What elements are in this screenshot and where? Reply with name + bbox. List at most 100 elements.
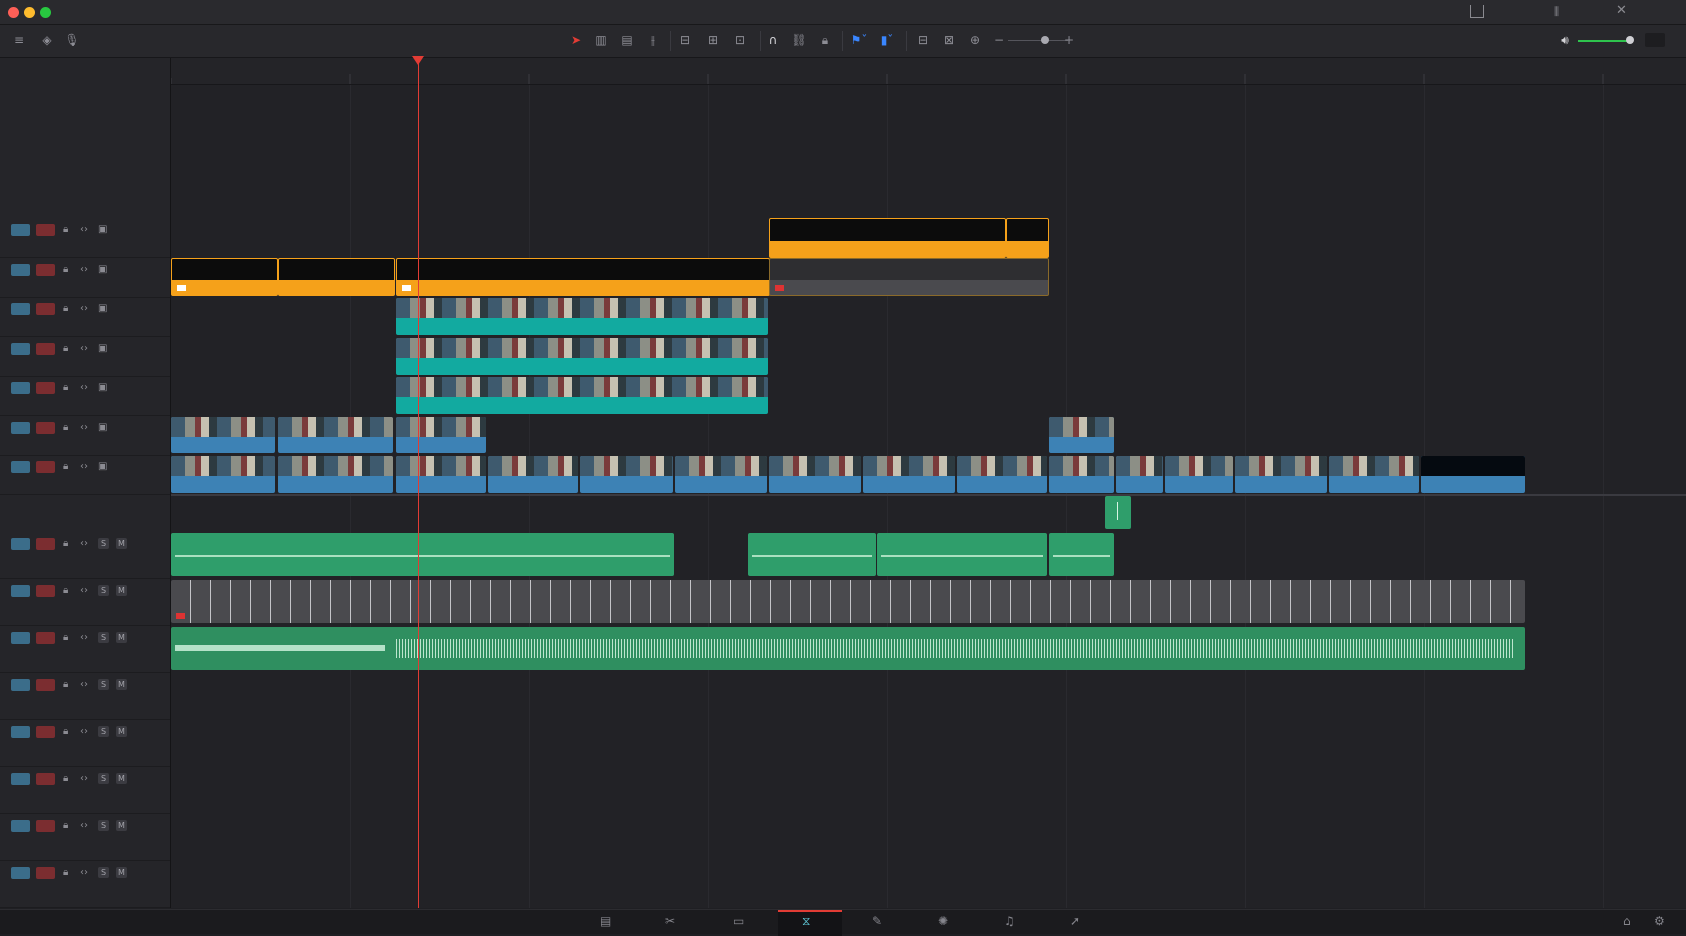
- video-clip-teal[interactable]: [396, 298, 768, 335]
- video-clip-teal[interactable]: [396, 338, 768, 375]
- flag-icon[interactable]: ⚑ˇ: [848, 32, 870, 48]
- video-clip[interactable]: [675, 456, 767, 493]
- lock-icon[interactable]: 🔒︎: [63, 263, 68, 277]
- title-clip[interactable]: [171, 258, 278, 296]
- lock-icon[interactable]: 🔒︎: [63, 631, 68, 645]
- solo-button[interactable]: S: [98, 632, 109, 643]
- track-auto-select-button[interactable]: [11, 382, 30, 394]
- video-clip[interactable]: [278, 417, 393, 453]
- edit-page-tab-active[interactable]: ⧖: [778, 910, 842, 936]
- solo-button[interactable]: S: [98, 820, 109, 831]
- track-auto-select-button[interactable]: [11, 461, 30, 473]
- audio-clip-metronome[interactable]: [171, 580, 1525, 623]
- monitor-icon[interactable]: ▣: [98, 263, 107, 277]
- solo-button[interactable]: S: [98, 867, 109, 878]
- audio-link-icon[interactable]: ‹›: [80, 631, 88, 645]
- replace-icon[interactable]: ⊡: [729, 32, 751, 48]
- video-clip[interactable]: [1049, 417, 1114, 453]
- audio-link-icon[interactable]: ‹›: [80, 263, 88, 277]
- video-clip[interactable]: [580, 456, 673, 493]
- track-auto-select-button[interactable]: [11, 538, 30, 550]
- insert-icon[interactable]: ⊟: [674, 32, 696, 48]
- mute-button[interactable]: M: [116, 867, 127, 878]
- track-enable-button[interactable]: [36, 773, 55, 785]
- monitor-icon[interactable]: ▣: [98, 381, 107, 395]
- link-icon[interactable]: ⛓︎: [790, 32, 808, 48]
- color-page-icon[interactable]: ✺: [938, 914, 948, 928]
- volume-slider-handle[interactable]: [1626, 36, 1634, 44]
- lock-icon[interactable]: 🔒︎: [63, 866, 68, 880]
- mute-button[interactable]: M: [116, 773, 127, 784]
- lock-icon[interactable]: 🔒︎: [63, 772, 68, 786]
- playhead-line[interactable]: [418, 58, 419, 908]
- audio-link-icon[interactable]: ‹›: [80, 678, 88, 692]
- solo-button[interactable]: S: [98, 726, 109, 737]
- zoom-in-button[interactable]: +: [1063, 32, 1075, 48]
- audio-clip-music[interactable]: [171, 627, 1525, 670]
- lock-icon[interactable]: 🔒︎: [63, 421, 68, 435]
- lock-icon[interactable]: 🔒︎: [63, 584, 68, 598]
- overwrite-icon[interactable]: ⊞: [702, 32, 724, 48]
- track-enable-button[interactable]: [36, 224, 55, 236]
- close-window-button[interactable]: [8, 7, 19, 18]
- mute-button[interactable]: M: [116, 585, 127, 596]
- pointer-icon[interactable]: ➤: [569, 32, 583, 48]
- track-enable-button[interactable]: [36, 867, 55, 879]
- video-clip[interactable]: [1165, 456, 1233, 493]
- video-clip[interactable]: [396, 417, 486, 453]
- solo-button[interactable]: S: [98, 538, 109, 549]
- track-enable-button[interactable]: [36, 632, 55, 644]
- audio-link-icon[interactable]: ‹›: [80, 772, 88, 786]
- video-clip[interactable]: [1049, 456, 1114, 493]
- video-clip[interactable]: [171, 417, 275, 453]
- lock-icon[interactable]: 🔒︎: [63, 381, 68, 395]
- share-icon[interactable]: [1470, 5, 1484, 18]
- lock-icon[interactable]: 🔒︎: [816, 32, 834, 48]
- track-auto-select-button[interactable]: [11, 343, 30, 355]
- monitor-icon[interactable]: ▣: [98, 223, 107, 237]
- microphone-icon[interactable]: 🎙︎: [64, 32, 80, 48]
- mute-button[interactable]: M: [116, 632, 127, 643]
- audio-link-icon[interactable]: ‹›: [80, 537, 88, 551]
- track-auto-select-button[interactable]: [11, 679, 30, 691]
- track-enable-button[interactable]: [36, 726, 55, 738]
- home-icon[interactable]: ⌂: [1623, 914, 1631, 928]
- audio-link-icon[interactable]: ‹›: [80, 819, 88, 833]
- settings-icon[interactable]: ⚙: [1654, 914, 1665, 928]
- solo-button[interactable]: S: [98, 585, 109, 596]
- track-auto-select-button[interactable]: [11, 867, 30, 879]
- track-enable-button[interactable]: [36, 382, 55, 394]
- track-enable-button[interactable]: [36, 820, 55, 832]
- edit-page-icon[interactable]: ▭: [733, 914, 744, 928]
- marker-icon[interactable]: ▮ˇ: [876, 32, 898, 48]
- track-enable-button[interactable]: [36, 303, 55, 315]
- video-clip[interactable]: [1116, 456, 1163, 493]
- track-enable-button[interactable]: [36, 461, 55, 473]
- trim-icon[interactable]: ▥: [591, 32, 611, 48]
- solo-button[interactable]: S: [98, 679, 109, 690]
- scopes-icon[interactable]: ⫼: [1554, 5, 1559, 19]
- lock-icon[interactable]: 🔒︎: [63, 302, 68, 316]
- lock-icon[interactable]: 🔒︎: [63, 223, 68, 237]
- video-clip[interactable]: [1235, 456, 1327, 493]
- media-page-icon[interactable]: ▤: [600, 914, 611, 928]
- audio-clip[interactable]: [1049, 533, 1114, 576]
- audio-link-icon[interactable]: ‹›: [80, 421, 88, 435]
- track-auto-select-button[interactable]: [11, 303, 30, 315]
- mute-button[interactable]: M: [116, 538, 127, 549]
- video-clip[interactable]: [769, 456, 861, 493]
- monitor-icon[interactable]: ▣: [98, 302, 107, 316]
- video-clip[interactable]: [957, 456, 1047, 493]
- video-clip-teal[interactable]: [396, 377, 768, 414]
- audio-clip[interactable]: [877, 533, 1047, 576]
- track-enable-button[interactable]: [36, 422, 55, 434]
- lock-icon[interactable]: 🔒︎: [63, 460, 68, 474]
- video-clip[interactable]: [171, 456, 275, 493]
- lock-icon[interactable]: 🔒︎: [63, 342, 68, 356]
- video-clip[interactable]: [396, 456, 486, 493]
- audio-clip[interactable]: [748, 533, 876, 576]
- zoom-detail-icon[interactable]: ⊠: [938, 32, 960, 48]
- title-clip[interactable]: [396, 258, 770, 296]
- audio-link-icon[interactable]: ‹›: [80, 866, 88, 880]
- track-auto-select-button[interactable]: [11, 726, 30, 738]
